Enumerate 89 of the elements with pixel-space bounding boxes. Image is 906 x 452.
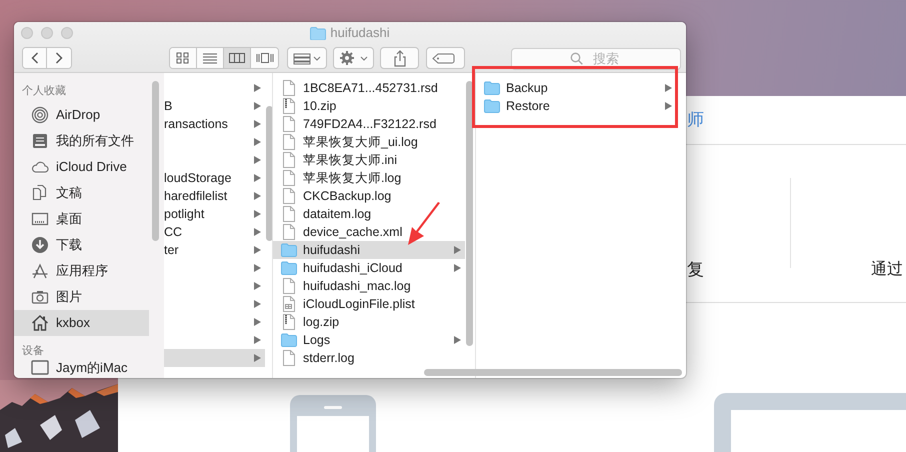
sidebar-item[interactable]: AirDrop	[14, 102, 149, 128]
scrollbar[interactable]	[466, 81, 473, 346]
document-icon	[282, 224, 296, 240]
sidebar-item[interactable]: 应用程序	[14, 258, 149, 284]
document-icon	[282, 80, 296, 96]
sidebar-item[interactable]: Jaym的iMac	[14, 358, 149, 378]
heading-text: 师	[687, 109, 704, 131]
sidebar-item[interactable]: 我的所有文件	[14, 128, 149, 154]
section-header: 个人收藏	[21, 84, 66, 98]
desktop-icon	[31, 210, 49, 228]
document-icon	[282, 278, 296, 294]
file-row[interactable]: ransactions	[164, 115, 265, 133]
file-row[interactable]: loudStorage	[164, 169, 265, 187]
scrollbar[interactable]	[424, 369, 682, 376]
sidebar-item[interactable]: 文稿	[14, 180, 149, 206]
scrollbar[interactable]	[266, 106, 272, 241]
file-row[interactable]: 苹果恢复大师_ui.log	[273, 133, 465, 151]
folder-icon	[310, 26, 326, 40]
file-row[interactable]: dataitem.log	[273, 205, 465, 223]
file-row[interactable]: CKCBackup.log	[273, 187, 465, 205]
file-row[interactable]: 苹果恢复大师.log	[273, 169, 465, 187]
settings-button[interactable]	[333, 47, 374, 69]
folder-icon	[281, 243, 297, 257]
sidebar-item[interactable]: iCloud Drive	[14, 154, 149, 180]
sidebar-item[interactable]: 下载	[14, 232, 149, 258]
computer-icon	[31, 359, 49, 377]
view-button[interactable]	[170, 48, 197, 68]
document-icon	[282, 170, 296, 186]
option-label: 复	[687, 259, 704, 281]
window-control[interactable]	[61, 27, 73, 39]
chevron-left-icon	[30, 52, 38, 64]
file-row[interactable]: 10.zip	[273, 97, 465, 115]
file-row[interactable]: huifudashi_mac.log	[273, 277, 465, 295]
view-button[interactable]	[224, 48, 251, 68]
zip-file-icon	[282, 314, 296, 330]
document-icon	[282, 116, 296, 132]
option-label: 通过	[871, 260, 903, 280]
document-icon	[282, 152, 296, 168]
file-row[interactable]: CC	[164, 223, 265, 241]
zip-file-icon	[282, 98, 296, 114]
file-row[interactable]: huifudashi	[273, 241, 465, 259]
camera-icon	[31, 288, 49, 306]
home-icon	[31, 314, 49, 332]
apps-icon	[31, 262, 49, 280]
download-icon	[31, 236, 49, 254]
document-icon	[282, 206, 296, 222]
share-button[interactable]	[380, 47, 419, 69]
section-header: 设备	[21, 344, 44, 358]
tray-icon	[31, 132, 49, 150]
file-row[interactable]	[164, 349, 265, 367]
chevron-right-icon	[55, 52, 63, 64]
file-row[interactable]: Logs	[273, 331, 465, 349]
window-title: huifudashi	[330, 24, 390, 42]
file-row[interactable]: stderr.log	[273, 349, 465, 367]
view-mode-control[interactable]	[169, 47, 279, 69]
file-row[interactable]: huifudashi_iCloud	[273, 259, 465, 277]
window-control[interactable]	[41, 27, 53, 39]
document-icon	[282, 350, 296, 366]
file-row[interactable]: haredfilelist	[164, 187, 265, 205]
file-row[interactable]: log.zip	[273, 313, 465, 331]
file-row[interactable]: device_cache.xml	[273, 223, 465, 241]
file-row[interactable]: 苹果恢复大师.ini	[273, 151, 465, 169]
folder-icon	[484, 81, 500, 95]
arrange-button[interactable]	[287, 47, 327, 69]
file-row[interactable]: Restore	[476, 97, 686, 115]
tag-button[interactable]	[426, 47, 465, 69]
back-button[interactable]	[23, 48, 48, 68]
documents-icon	[31, 184, 49, 202]
document-icon	[282, 188, 296, 204]
folder-icon	[484, 99, 500, 113]
file-row[interactable]: 749FD2A4...F32122.rsd	[273, 115, 465, 133]
window-control[interactable]	[21, 27, 33, 39]
table-file-icon	[282, 296, 296, 312]
sidebar-item[interactable]: kxbox	[14, 310, 149, 336]
search-icon	[570, 52, 583, 65]
file-row[interactable]: B	[164, 97, 265, 115]
sidebar-item[interactable]: 图片	[14, 284, 149, 310]
file-row[interactable]: Backup	[476, 79, 686, 97]
airdrop-icon	[31, 106, 49, 124]
file-row[interactable]: ter	[164, 241, 265, 259]
folder-icon	[281, 333, 297, 347]
file-row[interactable]: potlight	[164, 205, 265, 223]
document-icon	[282, 134, 296, 150]
scrollbar[interactable]	[152, 81, 159, 241]
file-row[interactable]: 1BC8EA71...452731.rsd	[273, 79, 465, 97]
share-icon	[394, 50, 406, 66]
file-row[interactable]: iCloudLoginFile.plist	[273, 295, 465, 313]
folder-icon	[281, 261, 297, 275]
sidebar-item[interactable]: 桌面	[14, 206, 149, 232]
